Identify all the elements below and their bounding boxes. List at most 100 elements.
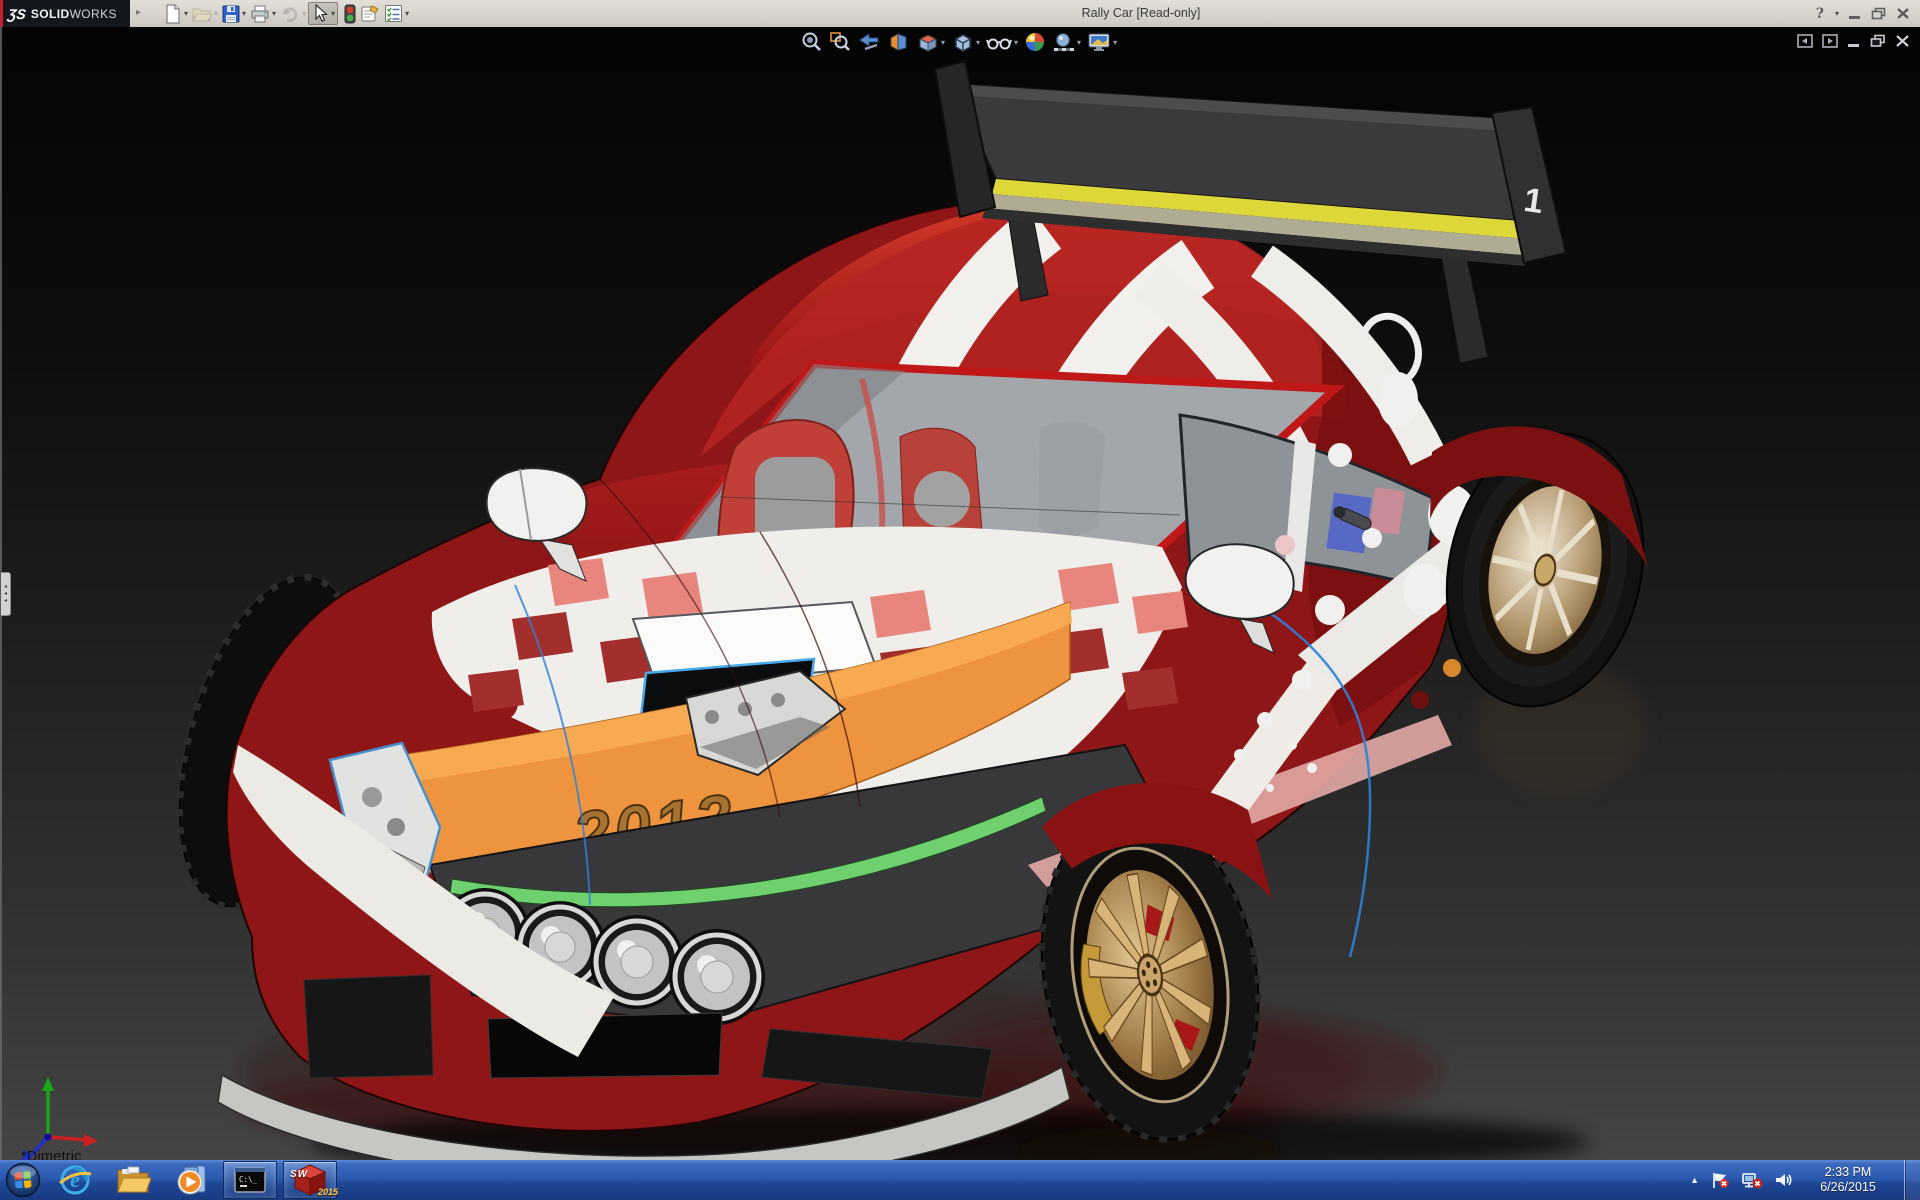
- edit-appearance-button[interactable]: [1024, 31, 1046, 53]
- options-button[interactable]: ▾: [384, 4, 409, 23]
- network-status-icon[interactable]: [1741, 1171, 1763, 1189]
- dropdown-icon[interactable]: ▾: [184, 9, 188, 18]
- dropdown-icon[interactable]: ▾: [242, 9, 246, 18]
- save-button[interactable]: ▾: [222, 5, 246, 23]
- show-desktop-button[interactable]: [1904, 1160, 1920, 1200]
- graphics-viewport[interactable]: 2012: [0, 27, 1920, 1165]
- view-settings-icon: [1088, 33, 1110, 51]
- sw-year-badge: 2015: [317, 1187, 338, 1197]
- clock-date: 6/26/2015: [1820, 1180, 1876, 1194]
- new-document-button[interactable]: ▾: [164, 4, 188, 24]
- help-dropdown-icon[interactable]: ▾: [1835, 9, 1839, 18]
- options-checklist-icon: [385, 5, 403, 22]
- open-button[interactable]: ▾: [192, 5, 218, 23]
- brand-name: SOLID: [30, 6, 70, 21]
- dropdown-icon[interactable]: ▾: [331, 9, 335, 18]
- traffic-light-icon: [344, 4, 356, 23]
- dropdown-icon[interactable]: ▾: [941, 38, 945, 47]
- display-style-button[interactable]: ▾: [951, 31, 980, 53]
- taskbar-solidworks[interactable]: SW 2015: [283, 1161, 338, 1199]
- internet-explorer-icon: e: [59, 1165, 92, 1195]
- standard-toolbar: ▾ ▾ ▾ ▾ ▾ ▾ ▾: [162, 0, 411, 27]
- view-settings-button[interactable]: ▾: [1087, 31, 1117, 53]
- previous-view-button[interactable]: [857, 31, 881, 53]
- windows-taskbar: e C:\_ SW 2015 ▲ 2:33 PM 6/26/2015: [0, 1160, 1920, 1200]
- undo-icon: [282, 7, 298, 22]
- help-icon[interactable]: ?: [1816, 6, 1824, 22]
- new-document-icon: [166, 4, 180, 23]
- section-view-icon: [890, 33, 907, 51]
- cmd-prompt-text: C:\_: [239, 1175, 258, 1184]
- show-hidden-icons-button[interactable]: ▲: [1690, 1175, 1699, 1185]
- section-view-button[interactable]: [887, 31, 910, 53]
- hide-show-items-button[interactable]: ▾: [986, 31, 1018, 53]
- restore-button[interactable]: [1871, 7, 1887, 20]
- expand-right-pane-button[interactable]: [1822, 34, 1838, 48]
- windows-start-icon: [5, 1162, 41, 1198]
- print-button[interactable]: ▾: [250, 5, 276, 23]
- zoom-to-fit-button[interactable]: [801, 31, 823, 53]
- doc-close-button[interactable]: [1895, 34, 1910, 48]
- feature-manager-collapsed-tab[interactable]: ◂ ◂ ◂: [1, 572, 11, 616]
- minimize-button[interactable]: [1848, 8, 1862, 20]
- previous-view-icon: [859, 33, 879, 51]
- collapse-left-pane-button[interactable]: [1797, 34, 1813, 48]
- dropdown-icon: ▾: [214, 9, 219, 18]
- heads-up-view-toolbar: ▾ ▾ ▾ ▾ ▾: [800, 31, 1118, 53]
- 3ds-logo-icon: ƷS: [6, 5, 28, 22]
- toolbar-expander-icon[interactable]: ▸: [136, 7, 141, 18]
- dropdown-icon[interactable]: ▾: [976, 38, 980, 47]
- solidworks-window: ƷS SOLID WORKS ▸ ▾ ▾ ▾ ▾ ▾ ▾ ▾ Rally Car…: [0, 0, 1920, 1200]
- save-icon: [222, 5, 240, 22]
- file-properties-icon: [361, 5, 379, 22]
- clock-time: 2:33 PM: [1824, 1165, 1872, 1179]
- solidworks-logo: ƷS SOLID WORKS: [0, 0, 130, 27]
- brand-accent: [0, 0, 3, 27]
- select-cursor-icon: [315, 4, 329, 22]
- file-properties-button[interactable]: [360, 4, 380, 23]
- taskbar-file-explorer[interactable]: [104, 1160, 162, 1200]
- doc-restore-button[interactable]: [1870, 34, 1886, 48]
- taskbar-media-player[interactable]: [162, 1160, 220, 1200]
- apply-scene-button[interactable]: ▾: [1052, 31, 1081, 53]
- zoom-to-fit-icon: [802, 32, 821, 51]
- rebuild-button[interactable]: [344, 4, 356, 24]
- doc-minimize-button[interactable]: [1847, 34, 1861, 48]
- dropdown-icon[interactable]: ▾: [1077, 38, 1081, 47]
- zoom-to-area-button[interactable]: [829, 31, 851, 53]
- display-style-icon: [955, 34, 971, 52]
- command-prompt-icon: C:\_: [234, 1167, 266, 1193]
- glasses-icon: [986, 38, 1012, 50]
- open-folder-icon: [192, 8, 213, 21]
- window-title: Rally Car [Read-only]: [1081, 6, 1201, 20]
- zoom-to-area-icon: [830, 32, 850, 51]
- reference-triad: [22, 1077, 98, 1160]
- close-button[interactable]: [1896, 7, 1910, 20]
- file-explorer-icon: [117, 1166, 151, 1193]
- undo-button[interactable]: ▾: [280, 5, 306, 23]
- svg-text:e: e: [70, 1167, 80, 1192]
- view-orientation-button[interactable]: ▾: [916, 31, 945, 53]
- print-icon: [251, 5, 269, 22]
- start-button[interactable]: [0, 1160, 46, 1200]
- dropdown-icon[interactable]: ▾: [272, 9, 276, 18]
- dropdown-icon: ▾: [302, 9, 307, 18]
- action-center-icon[interactable]: [1710, 1171, 1730, 1189]
- apply-scene-icon: [1054, 33, 1075, 51]
- taskbar-clock[interactable]: 2:33 PM 6/26/2015: [1809, 1165, 1887, 1195]
- taskbar-internet-explorer[interactable]: e: [46, 1160, 104, 1200]
- rally-car-model[interactable]: 2012: [0, 27, 1920, 1160]
- title-bar: ƷS SOLID WORKS ▸ ▾ ▾ ▾ ▾ ▾ ▾ ▾ Rally Car…: [0, 0, 1920, 28]
- system-tray: ▲ 2:33 PM 6/26/2015: [1690, 1160, 1920, 1200]
- dropdown-icon[interactable]: ▾: [405, 9, 409, 18]
- window-controls: ? ▾: [1816, 0, 1910, 27]
- dropdown-icon[interactable]: ▾: [1014, 38, 1018, 47]
- document-window-controls: [1797, 34, 1910, 48]
- view-orientation-icon: [918, 34, 938, 52]
- sw-letters: SW: [290, 1169, 309, 1180]
- taskbar-command-prompt[interactable]: C:\_: [223, 1161, 277, 1199]
- volume-icon[interactable]: [1774, 1171, 1794, 1189]
- media-player-icon: [177, 1165, 206, 1195]
- select-button[interactable]: ▾: [308, 2, 339, 25]
- dropdown-icon[interactable]: ▾: [1113, 38, 1117, 47]
